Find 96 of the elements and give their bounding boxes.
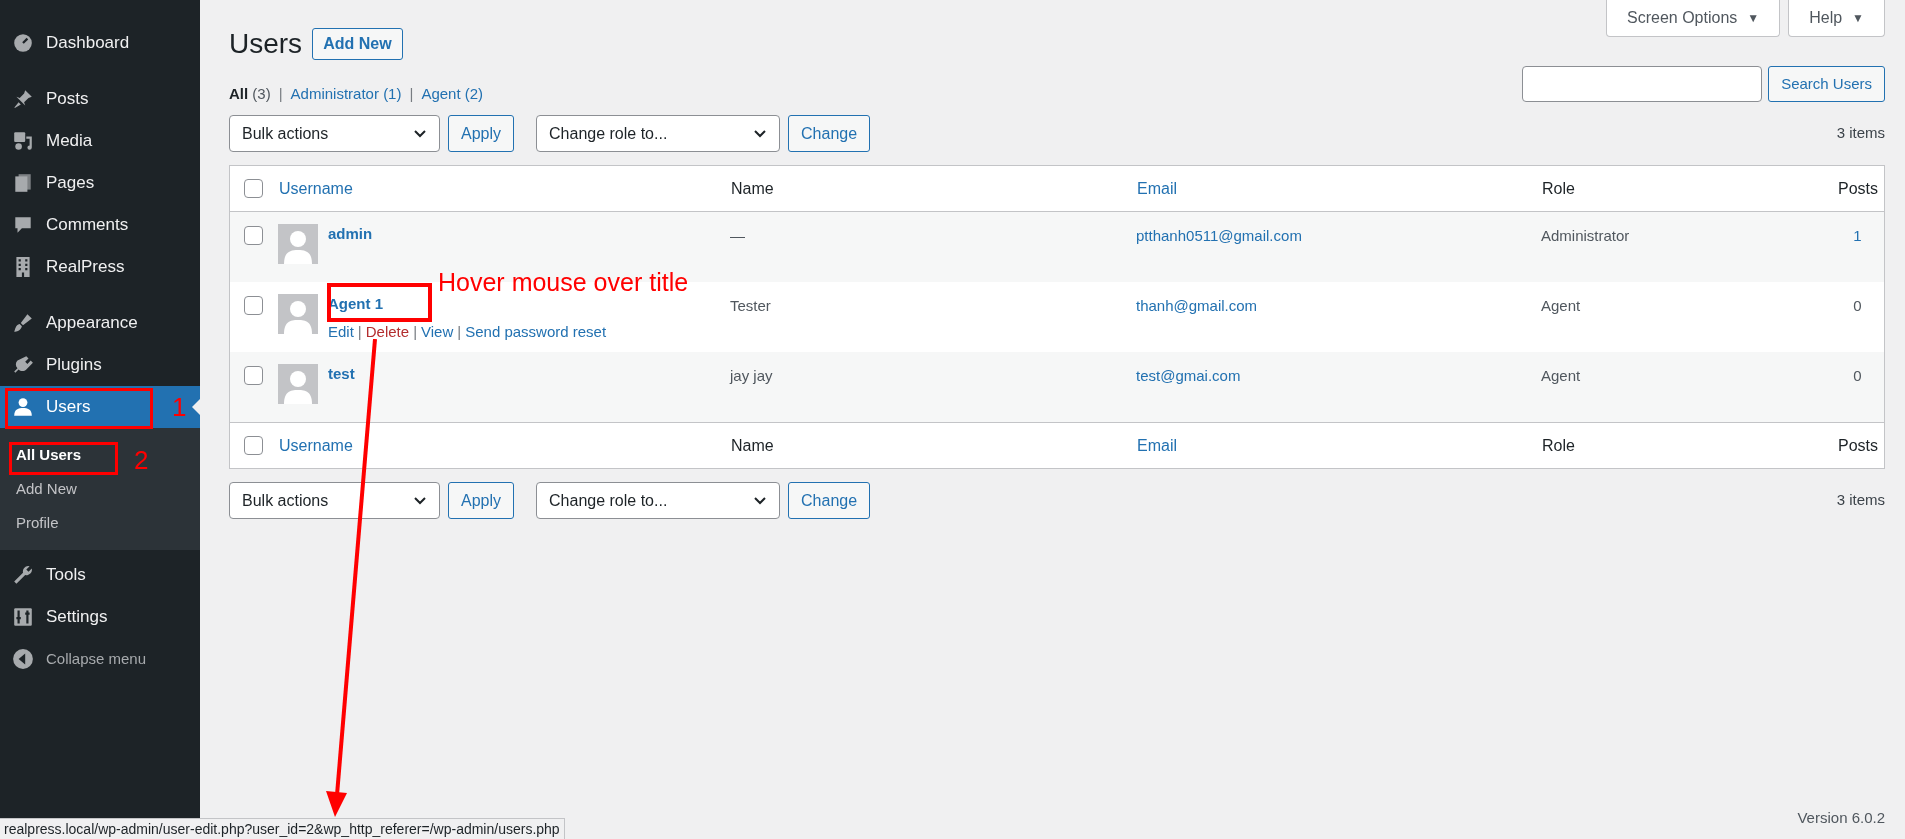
page-title: Users	[229, 27, 303, 61]
row-action-link[interactable]: Send password reset	[465, 324, 607, 340]
collapse-icon	[12, 648, 34, 670]
status-bar: realpress.local/wp-admin/user-edit.php?user_id=2&wp_http_referer=/wp-admin/users.php	[0, 818, 565, 839]
item-count: 3 items	[1836, 123, 1885, 144]
sortable-column-header[interactable]: Username	[279, 179, 353, 197]
bulk-actions-select[interactable]: Bulk actions	[229, 115, 440, 152]
version-text: Version 6.0.2	[1797, 807, 1885, 828]
filter-link[interactable]: Agent (2)	[421, 82, 484, 106]
search-users-button[interactable]: Search Users	[1768, 66, 1885, 102]
gauge-icon	[12, 32, 34, 54]
sortable-column-header[interactable]: Username	[279, 436, 353, 454]
avatar-icon	[278, 224, 318, 264]
chevron-down-icon	[753, 495, 768, 506]
menu-item[interactable]: Comments	[0, 204, 200, 246]
user-login-link[interactable]: test	[328, 364, 355, 384]
add-new-button[interactable]: Add New	[312, 28, 403, 60]
menu-item[interactable]: Tools	[0, 554, 200, 596]
table-cell: jay jay	[730, 367, 773, 384]
table-cell: —	[730, 227, 745, 244]
chevron-down-icon	[753, 128, 768, 139]
separator: |	[457, 324, 462, 340]
sortable-column-header[interactable]: Email	[1137, 436, 1177, 454]
menu-item[interactable]: RealPress	[0, 246, 200, 288]
table-cell: Tester	[730, 297, 771, 314]
checkbox[interactable]	[244, 226, 263, 245]
table-cell: Agent	[1541, 367, 1581, 384]
bulk-actions-select[interactable]: Bulk actions	[229, 482, 440, 519]
column-header: Posts	[1838, 436, 1878, 454]
checkbox[interactable]	[244, 366, 263, 385]
search-field[interactable]	[1522, 66, 1763, 102]
step-number: 1	[172, 394, 187, 420]
caret-icon: ▼	[1747, 9, 1760, 27]
pages-icon	[12, 172, 34, 194]
mail-address-link[interactable]: test@gmai.com	[1136, 367, 1241, 384]
pushpin-icon	[12, 88, 34, 110]
table-cell: Agent	[1541, 297, 1581, 314]
step-number: 2	[134, 447, 149, 473]
submenu-item[interactable]: All Users	[16, 438, 82, 472]
menu-item[interactable]: Appearance	[0, 302, 200, 344]
separator: |	[409, 83, 414, 104]
change-button[interactable]: Change	[788, 115, 871, 152]
menu-item[interactable]: Dashboard	[0, 22, 200, 64]
separator: |	[278, 83, 283, 104]
column-header: Name	[731, 436, 774, 454]
sliders-icon	[12, 606, 34, 628]
row-action-link[interactable]: View	[421, 324, 454, 340]
help-tab[interactable]: Help ▼	[1788, 0, 1885, 37]
separator: |	[413, 324, 418, 340]
submenu-item[interactable]: Add New	[16, 472, 77, 506]
user-login-link[interactable]: admin	[328, 224, 373, 244]
menu-item[interactable]: Plugins	[0, 344, 200, 386]
caret-icon: ▼	[1852, 9, 1864, 27]
role-select[interactable]: Change role to...	[536, 482, 781, 519]
select-all-checkbox[interactable]	[244, 179, 263, 198]
change-button[interactable]: Change	[788, 482, 871, 519]
table-cell: Administrator	[1541, 227, 1630, 244]
menu-item[interactable]: Pages	[0, 162, 200, 204]
filter-link[interactable]: All (3)	[229, 82, 271, 106]
column-header: Name	[731, 179, 774, 197]
avatar-icon	[278, 364, 318, 404]
row-action-link[interactable]: Delete	[365, 324, 410, 340]
media-icon	[12, 130, 34, 152]
apply-button[interactable]: Apply	[448, 482, 515, 519]
row-action-link[interactable]: Edit	[328, 324, 354, 340]
submenu-item[interactable]: Profile	[16, 506, 59, 540]
mail-address-link[interactable]: ptthanh0511@gmail.com	[1136, 227, 1302, 244]
chevron-down-icon	[413, 128, 427, 139]
wrench-icon	[12, 564, 34, 586]
column-header: Role	[1542, 179, 1575, 197]
role-select[interactable]: Change role to...	[536, 115, 781, 152]
chevron-down-icon	[413, 495, 427, 506]
posts-count: 0	[1853, 297, 1862, 314]
filter-link[interactable]: Administrator (1)	[290, 82, 402, 106]
checkbox[interactable]	[244, 296, 263, 315]
mail-address-link[interactable]: thanh@gmail.com	[1136, 297, 1258, 314]
item-count: 3 items	[1836, 490, 1885, 511]
annotation-text: Hover mouse over title	[438, 270, 689, 295]
column-header: Role	[1542, 436, 1575, 454]
menu-item[interactable]: Settings	[0, 596, 200, 638]
menu-item[interactable]: Media	[0, 120, 200, 162]
screen-options-tab[interactable]: Screen Options ▼	[1606, 0, 1781, 37]
sortable-column-header[interactable]: Email	[1137, 179, 1177, 197]
user-login-link[interactable]: Agent 1	[328, 294, 383, 314]
menu-item[interactable]: Posts	[0, 78, 200, 120]
brush-icon	[12, 312, 34, 334]
avatar-icon	[278, 294, 318, 334]
apply-button[interactable]: Apply	[448, 115, 515, 152]
posts-count-link[interactable]: 1	[1853, 227, 1862, 244]
person-icon	[12, 396, 34, 418]
collapse-menu-button[interactable]: Collapse menu	[0, 638, 200, 680]
separator: |	[357, 324, 362, 340]
select-all-checkbox[interactable]	[244, 436, 263, 455]
column-header: Posts	[1838, 179, 1878, 197]
menu-pointer	[192, 399, 200, 415]
posts-count: 0	[1853, 367, 1862, 384]
